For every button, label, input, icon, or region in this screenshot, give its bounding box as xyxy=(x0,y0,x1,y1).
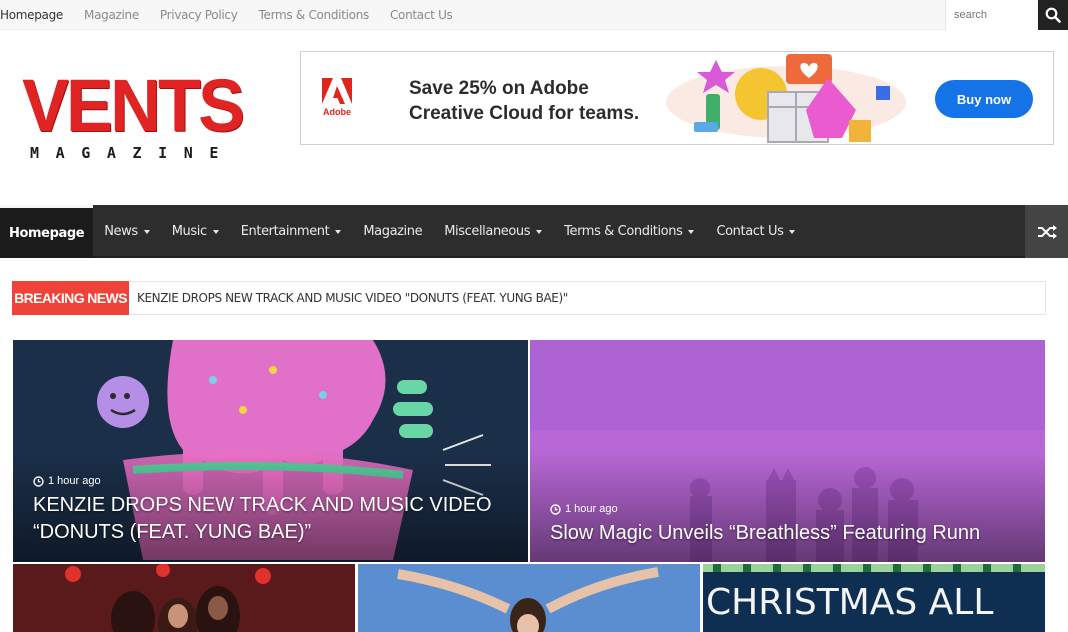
nav-homepage-label: Homepage xyxy=(9,225,85,241)
logo-wordmark: VENTS xyxy=(22,64,245,147)
thumb-image-text: CHRISTMAS ALL xyxy=(706,582,994,623)
logo-subtitle: MAGAZINE xyxy=(30,144,236,162)
nav-contact[interactable]: Contact Us xyxy=(705,205,806,258)
nav-news[interactable]: News xyxy=(93,205,161,258)
nav-miscellaneous[interactable]: Miscellaneous xyxy=(433,205,553,258)
site-logo[interactable]: VENTS MAGAZINE xyxy=(22,64,245,168)
post-title: KENZIE DROPS NEW TRACK AND MUSIC VIDEO “… xyxy=(33,492,492,546)
ad-illustration xyxy=(666,54,906,143)
chevron-down-icon xyxy=(536,229,543,234)
clock-icon xyxy=(33,475,44,487)
thumb-image-dancer xyxy=(358,564,700,632)
nav-music-label: Music xyxy=(171,224,207,239)
breaking-news-label: BREAKING NEWS xyxy=(12,281,129,315)
nav-entertainment[interactable]: Entertainment xyxy=(230,205,353,258)
clock-icon xyxy=(550,503,561,515)
post-time: 1 hour ago xyxy=(33,475,101,487)
chevron-down-icon xyxy=(143,229,150,234)
chevron-down-icon xyxy=(789,229,796,234)
chevron-down-icon xyxy=(688,229,695,234)
ad-banner[interactable]: Adobe Save 25% on Adobe Creative Cloud f… xyxy=(300,51,1054,145)
nav-music[interactable]: Music xyxy=(161,205,230,258)
top-nav-privacy-policy[interactable]: Privacy Policy xyxy=(160,8,238,22)
search-icon xyxy=(1045,7,1061,23)
chevron-down-icon xyxy=(212,229,219,234)
post-time-label: 1 hour ago xyxy=(48,475,101,487)
search-box xyxy=(945,0,1042,30)
random-article-button[interactable] xyxy=(1025,205,1068,258)
nav-homepage[interactable]: Homepage xyxy=(0,205,94,258)
ad-buy-now-button[interactable]: Buy now xyxy=(935,80,1033,118)
search-input[interactable] xyxy=(954,1,1042,29)
ad-headline-line2: Creative Cloud for teams. xyxy=(409,103,640,124)
post-title: Slow Magic Unveils “Breathless” Featurin… xyxy=(550,522,981,544)
top-nav-terms[interactable]: Terms & Conditions xyxy=(259,8,370,22)
post-title-line2: “DONUTS (FEAT. YUNG BAE)” xyxy=(33,521,312,543)
thumb-card-3[interactable]: CHRISTMAS ALL xyxy=(703,564,1045,632)
ad-headline: Save 25% on Adobe Creative Cloud for tea… xyxy=(409,76,669,126)
top-nav-contact[interactable]: Contact Us xyxy=(390,8,453,22)
nav-magazine-label: Magazine xyxy=(363,224,423,239)
breaking-news-bar: BREAKING NEWS KENZIE DROPS NEW TRACK AND… xyxy=(12,281,1046,315)
adobe-logo-icon: Adobe xyxy=(320,76,354,120)
thumb-card-1[interactable] xyxy=(13,564,355,632)
top-nav-homepage[interactable]: Homepage xyxy=(0,8,63,22)
nav-news-label: News xyxy=(104,224,138,239)
ad-headline-line1: Save 25% on Adobe xyxy=(409,78,589,99)
nav-contact-label: Contact Us xyxy=(716,224,784,239)
top-nav-magazine[interactable]: Magazine xyxy=(84,8,139,22)
ad-brand: Adobe xyxy=(323,107,351,117)
featured-card-slow-magic[interactable]: 1 hour ago Slow Magic Unveils “Breathles… xyxy=(530,340,1045,562)
main-nav: Homepage News Music Entertainment Magazi… xyxy=(0,205,1068,258)
featured-card-kenzie[interactable]: 1 hour ago KENZIE DROPS NEW TRACK AND MU… xyxy=(13,340,528,562)
top-nav: Homepage Magazine Privacy Policy Terms &… xyxy=(0,0,474,30)
post-title-line1: KENZIE DROPS NEW TRACK AND MUSIC VIDEO xyxy=(33,494,492,516)
thumb-card-2[interactable] xyxy=(358,564,700,632)
thumb-image-group xyxy=(13,564,355,632)
search-button[interactable] xyxy=(1038,0,1068,30)
shuffle-icon xyxy=(1037,224,1057,239)
nav-terms-label: Terms & Conditions xyxy=(564,224,683,239)
chevron-down-icon xyxy=(335,229,342,234)
nav-terms[interactable]: Terms & Conditions xyxy=(553,205,705,258)
breaking-news-headline[interactable]: KENZIE DROPS NEW TRACK AND MUSIC VIDEO "… xyxy=(137,282,568,314)
post-time-label: 1 hour ago xyxy=(565,503,618,515)
nav-magazine[interactable]: Magazine xyxy=(352,205,433,258)
nav-miscellaneous-label: Miscellaneous xyxy=(444,224,531,239)
post-time: 1 hour ago xyxy=(550,503,618,515)
top-bar: Homepage Magazine Privacy Policy Terms &… xyxy=(0,0,1068,30)
nav-entertainment-label: Entertainment xyxy=(240,224,330,239)
